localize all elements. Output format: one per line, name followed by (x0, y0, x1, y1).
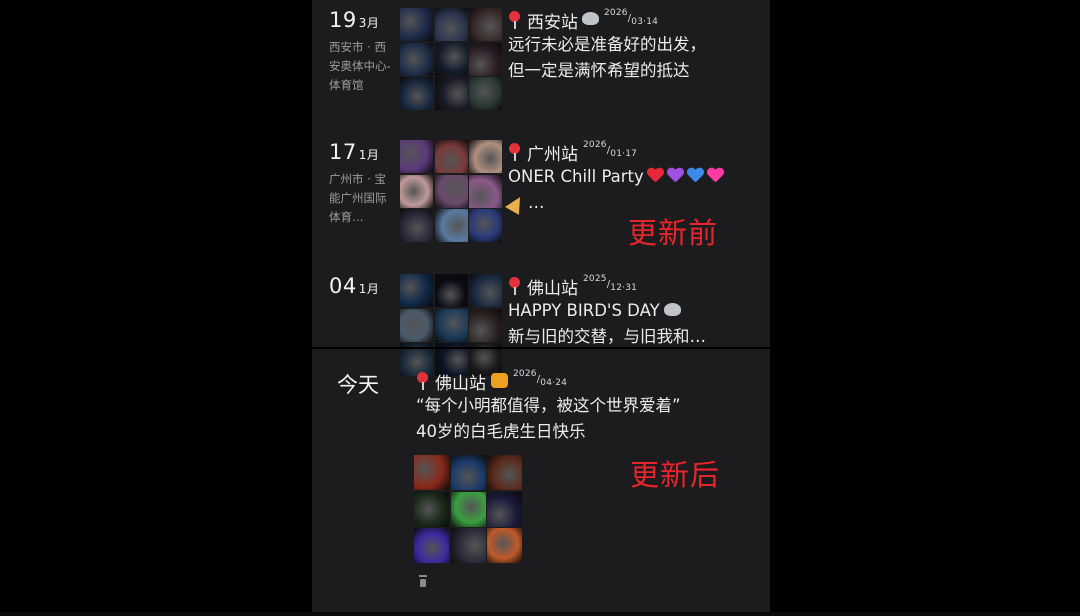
photo-thumbnail[interactable] (469, 209, 502, 242)
bird-icon (663, 303, 681, 316)
entry-text-line: 但一定是满怀希望的抵达 (508, 61, 690, 80)
photo-thumbnail[interactable] (434, 274, 468, 307)
photo-thumbnail[interactable] (469, 77, 502, 110)
photo-thumbnail[interactable] (400, 174, 433, 208)
entry-date-tag: 2025/12·31 (583, 273, 638, 293)
bottom-strip (0, 612, 1080, 616)
photo-thumbnail[interactable] (487, 528, 522, 563)
station-name: 西安站 (527, 12, 578, 33)
entry-content: 佛山站 2025/12·31 HAPPY BIRD'S DAY 新与旧的交替，与… (508, 274, 758, 350)
blue-heart-icon (687, 168, 704, 183)
entry-title: 西安站 2026/03·14 (508, 7, 758, 33)
section-divider (312, 347, 770, 349)
photo-thumbnail[interactable] (434, 308, 468, 342)
photo-grid[interactable] (414, 455, 524, 565)
photo-thumbnail[interactable] (414, 455, 449, 490)
entry-text-line: ONER Chill Party (508, 164, 758, 190)
photo-thumbnail[interactable] (400, 140, 433, 173)
location-pin-icon (508, 143, 521, 161)
photo-thumbnail[interactable] (414, 528, 449, 563)
red-heart-icon (647, 168, 664, 183)
photo-thumbnail[interactable] (469, 274, 502, 307)
entry-title: 广州站 2026/01·17 (508, 139, 758, 165)
photo-grid[interactable] (400, 140, 502, 242)
photo-thumbnail[interactable] (469, 308, 502, 342)
photo-thumbnail[interactable] (400, 209, 433, 242)
before-update-label: 更新前 (628, 216, 719, 250)
entry-title: 佛山站 2026/04·24 (416, 368, 746, 394)
entry-text-line: 40岁的白毛虎生日快乐 (416, 422, 586, 441)
entry-date-tag: 2026/04·24 (513, 368, 568, 388)
bird-icon (582, 11, 599, 25)
photo-thumbnail[interactable] (414, 491, 449, 527)
location-pin-icon (508, 277, 521, 295)
station-name: 广州站 (527, 144, 578, 165)
entry-date: 04 1月 (329, 274, 380, 298)
location-pin-icon (508, 11, 521, 29)
photo-thumbnail[interactable] (434, 140, 468, 173)
photo-thumbnail[interactable] (400, 274, 433, 307)
station-name: 佛山站 (527, 278, 578, 299)
entry-date-tag: 2026/01·17 (583, 139, 638, 159)
entry-date: 17 1月 (329, 140, 380, 164)
photo-thumbnail[interactable] (487, 455, 522, 490)
entry-content: 西安站 2026/03·14 远行未必是准备好的出发， 但一定是满怀希望的抵达 (508, 8, 758, 84)
entry-title: 佛山站 2025/12·31 (508, 273, 758, 299)
photo-thumbnail[interactable] (400, 42, 433, 76)
photo-thumbnail[interactable] (469, 8, 502, 41)
photo-thumbnail[interactable] (450, 491, 486, 527)
photo-thumbnail[interactable] (434, 77, 468, 110)
photo-thumbnail[interactable] (469, 42, 502, 76)
entry-date: 19 3月 (329, 8, 380, 32)
photo-thumbnail[interactable] (450, 528, 486, 563)
today-label: 今天 (337, 373, 379, 397)
entry-location: 西安市 · 西安奥体中心-体育馆 (329, 40, 391, 92)
entry-text-line: “每个小明都值得，被这个世界爱着” (416, 396, 681, 415)
app-screen: 19 3月 西安市 · 西安奥体中心-体育馆 西安站 2026/03·14 远行未… (312, 0, 770, 612)
entry-content: 佛山站 2026/04·24 “每个小明都值得，被这个世界爱着” 40岁的白毛虎… (416, 369, 746, 445)
entry-content: 广州站 2026/01·17 ONER Chill Party … (505, 139, 758, 216)
photo-thumbnail[interactable] (434, 174, 468, 208)
entry-location: 广州市 · 宝能广州国际体育… (329, 172, 387, 224)
tiger-face-icon (491, 372, 508, 388)
photo-grid[interactable] (400, 8, 502, 110)
photo-thumbnail[interactable] (434, 42, 468, 76)
photo-thumbnail[interactable] (487, 491, 522, 527)
location-pin-icon (416, 372, 429, 390)
photo-thumbnail[interactable] (450, 455, 486, 490)
photo-grid[interactable] (400, 274, 502, 376)
party-popper-icon (505, 192, 527, 215)
entry-text-line: 远行未必是准备好的出发， (508, 35, 706, 54)
trash-icon[interactable] (419, 575, 427, 587)
purple-heart-icon (667, 168, 684, 183)
photo-thumbnail[interactable] (400, 308, 433, 342)
station-name: 佛山站 (435, 373, 486, 394)
photo-thumbnail[interactable] (469, 140, 502, 173)
entry-text-line: HAPPY BIRD'S DAY (508, 298, 758, 324)
photo-thumbnail[interactable] (434, 8, 468, 41)
pink-heart-icon (707, 168, 724, 183)
photo-thumbnail[interactable] (400, 8, 433, 41)
photo-thumbnail[interactable] (469, 174, 502, 208)
photo-thumbnail[interactable] (400, 77, 433, 110)
after-update-label: 更新后 (630, 458, 721, 492)
entry-date-tag: 2026/03·14 (604, 7, 659, 27)
photo-thumbnail[interactable] (434, 209, 468, 242)
